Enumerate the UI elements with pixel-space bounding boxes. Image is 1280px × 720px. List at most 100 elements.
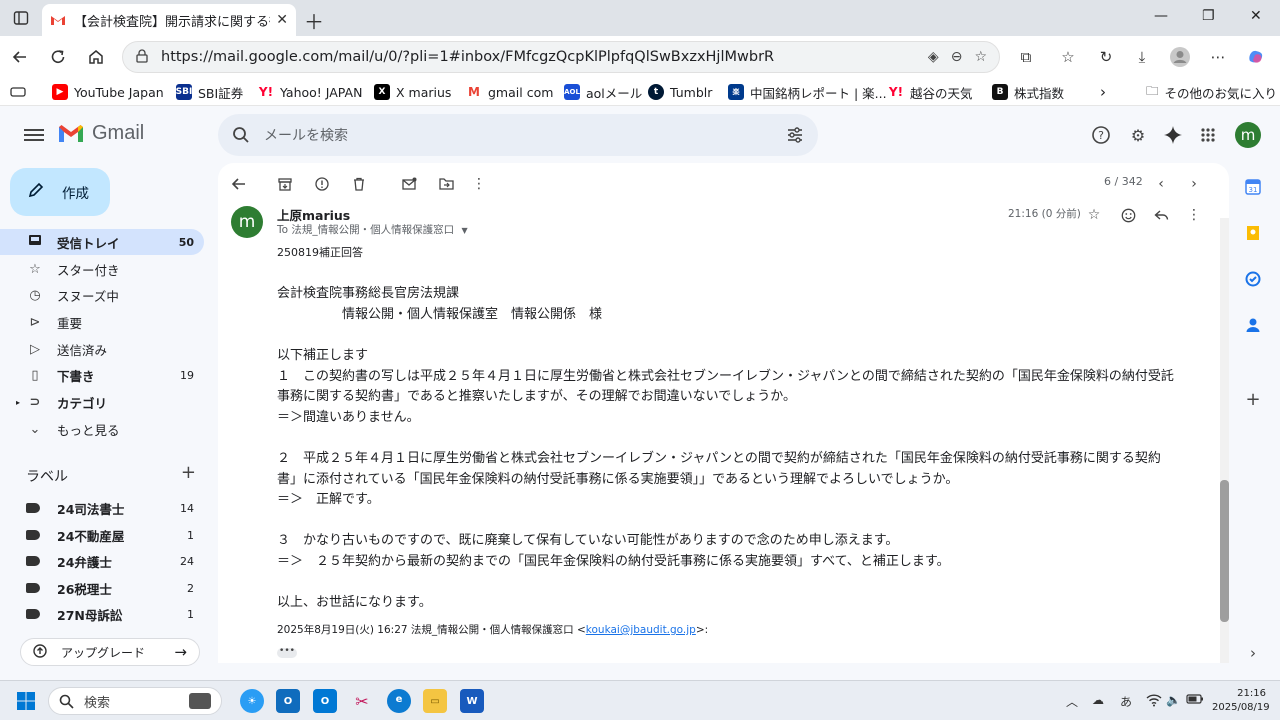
gmail-logo[interactable]: Gmail — [58, 122, 144, 145]
search-options-icon[interactable] — [786, 127, 804, 143]
home-icon[interactable] — [84, 45, 108, 69]
sender-avatar[interactable]: m — [231, 206, 263, 238]
close-window-icon[interactable]: ✕ — [1250, 8, 1262, 24]
back-to-inbox-icon[interactable] — [228, 173, 250, 195]
mail-search-input[interactable]: メールを検索 — [218, 114, 818, 156]
report-spam-icon[interactable] — [311, 173, 333, 195]
minimize-icon[interactable]: — — [1154, 8, 1168, 24]
favorites-icon[interactable]: ☆ — [1056, 45, 1080, 69]
sidebar-item-starred[interactable]: ☆ スター付き — [0, 256, 204, 282]
new-tab-icon[interactable]: ＋ — [304, 6, 324, 35]
label-item[interactable]: 24司法書士 14 — [0, 495, 204, 521]
back-icon[interactable] — [8, 45, 32, 69]
wifi-icon[interactable] — [1146, 693, 1162, 710]
add-label-icon[interactable]: + — [181, 464, 196, 486]
more-actions-icon[interactable]: ⋮ — [468, 173, 490, 195]
search-icon[interactable] — [232, 126, 250, 144]
snipping-tool-icon[interactable]: ✂ — [350, 689, 374, 713]
tab-close-icon[interactable]: ✕ — [276, 12, 288, 28]
add-addon-icon[interactable]: + — [1244, 389, 1262, 410]
other-bookmarks[interactable]: 🗀 その他のお気に入り — [1146, 83, 1277, 101]
message-scrollbar-thumb[interactable] — [1220, 480, 1229, 622]
star-message-icon[interactable]: ☆ — [1084, 205, 1104, 225]
bookmarks-more-icon[interactable]: › — [1100, 83, 1106, 101]
main-menu-icon[interactable] — [24, 126, 44, 144]
move-to-icon[interactable] — [435, 173, 457, 195]
bookmark-aol[interactable]: AOL aolメール — [564, 83, 642, 101]
more-menu-icon[interactable]: ⋯ — [1206, 45, 1230, 69]
reply-icon[interactable] — [1151, 205, 1171, 225]
word-icon[interactable]: W — [460, 689, 484, 713]
bookmark-yahoo[interactable]: Y! Yahoo! JAPAN — [258, 83, 363, 101]
browser-tab-gmail[interactable]: 【会計検査院】開示請求に関する御 ✕ — [42, 4, 296, 36]
upgrade-button[interactable]: アップグレード → — [20, 638, 200, 666]
sidebar-item-more[interactable]: ⌄ もっと見る — [0, 416, 204, 442]
bookmark-youtube[interactable]: ▶ YouTube Japan — [52, 83, 164, 101]
quoted-email-link[interactable]: koukai@jbaudit.go.jp — [586, 624, 696, 636]
keep-icon[interactable] — [1244, 224, 1262, 242]
zoom-icon[interactable]: ⊖ — [951, 49, 963, 65]
file-explorer-icon[interactable]: ▭ — [423, 689, 447, 713]
settings-gear-icon[interactable]: ⚙ — [1127, 124, 1149, 146]
address-bar[interactable]: https://mail.google.com/mail/u/0/?pli=1#… — [122, 41, 1000, 73]
delete-icon[interactable] — [348, 173, 370, 195]
onedrive-cloud-icon[interactable]: ☁ — [1092, 693, 1104, 707]
recipient-dropdown-icon[interactable]: ▼ — [462, 226, 468, 235]
site-info-icon[interactable] — [135, 48, 149, 67]
ime-mode[interactable]: あ — [1120, 693, 1132, 710]
favorite-star-icon[interactable]: ☆ — [974, 49, 987, 65]
edge-browser-icon[interactable]: e — [387, 689, 411, 713]
expand-arrow-icon[interactable]: ▸ — [16, 398, 20, 407]
copilot-icon[interactable] — [1244, 45, 1268, 69]
bookmark-weather[interactable]: Y! 越谷の天気 — [888, 83, 973, 101]
older-chevron-right-icon[interactable]: › — [1183, 173, 1205, 195]
history-icon[interactable]: ↻ — [1094, 45, 1118, 69]
bookmark-x[interactable]: XX marius — [374, 83, 451, 101]
message-more-icon[interactable]: ⋮ — [1184, 205, 1204, 225]
label-item[interactable]: 24弁護士 24 — [0, 548, 204, 574]
archive-icon[interactable] — [274, 173, 296, 195]
outlook-icon[interactable]: O — [276, 689, 300, 713]
reload-icon[interactable] — [46, 45, 70, 69]
volume-icon[interactable]: 🔈 — [1166, 693, 1181, 707]
sidebar-item-drafts[interactable]: ▯ 下書き 19 — [0, 362, 204, 388]
taskbar-clock[interactable]: 21:16 2025/08/19 — [1212, 687, 1270, 715]
recipient-line[interactable]: To 法規_情報公開・個人情報保護窓口 ▼ — [277, 222, 468, 237]
extensions-icon[interactable]: ⧉ — [1014, 45, 1038, 69]
tasks-icon[interactable] — [1244, 270, 1262, 288]
bookmarks-toggle-icon[interactable] — [10, 83, 26, 101]
sidebar-item-inbox[interactable]: 受信トレイ 50 — [0, 229, 204, 255]
bookmark-sbi[interactable]: SBI SBI証券 — [176, 83, 243, 101]
gemini-sparkle-icon[interactable] — [1162, 124, 1184, 146]
downloads-icon[interactable]: ⤓ — [1130, 45, 1154, 69]
profile-icon[interactable] — [1168, 45, 1192, 69]
expand-panel-chevron-icon[interactable]: › — [1244, 644, 1262, 662]
label-item[interactable]: 24不動産屋 1 — [0, 522, 204, 548]
bookmark-tumblr[interactable]: t Tumblr — [648, 83, 712, 101]
apps-grid-icon[interactable] — [1197, 124, 1219, 146]
show-trimmed-content-button[interactable]: ••• — [277, 647, 297, 658]
taskbar-search[interactable]: 検索 — [48, 687, 222, 715]
mark-unread-icon[interactable] — [398, 173, 420, 195]
outlook-new-icon[interactable]: O — [313, 689, 337, 713]
account-avatar[interactable]: m — [1235, 122, 1261, 148]
extension-diamond-icon[interactable]: ◈ — [928, 49, 939, 65]
contacts-icon[interactable] — [1244, 316, 1262, 334]
tab-actions-icon[interactable] — [8, 6, 34, 30]
compose-button[interactable]: 作成 — [10, 168, 110, 216]
newer-chevron-left-icon[interactable]: ‹ — [1150, 173, 1172, 195]
windows-start-icon[interactable] — [14, 689, 38, 713]
battery-icon[interactable] — [1186, 693, 1204, 708]
sidebar-item-snoozed[interactable]: ◷ スヌーズ中 — [0, 282, 204, 308]
calendar-icon[interactable]: 31 — [1244, 178, 1262, 196]
tray-overflow-chevron-icon[interactable]: ︿ — [1066, 693, 1078, 710]
bookmark-china-report[interactable]: 楽中国銘柄レポート | 楽... — [728, 83, 887, 101]
weather-widget-icon[interactable]: ☀ — [240, 689, 264, 713]
sidebar-item-important[interactable]: ⊳ 重要 — [0, 309, 204, 335]
sidebar-item-sent[interactable]: ▷ 送信済み — [0, 336, 204, 362]
sidebar-item-categories[interactable]: ▸ ⊃ カテゴリ — [0, 389, 204, 415]
restore-icon[interactable]: ❐ — [1202, 8, 1215, 24]
emoji-react-icon[interactable] — [1118, 205, 1138, 225]
bookmark-index[interactable]: B 株式指数 — [992, 83, 1064, 101]
bookmark-gmail[interactable]: Mgmail com — [466, 83, 553, 101]
